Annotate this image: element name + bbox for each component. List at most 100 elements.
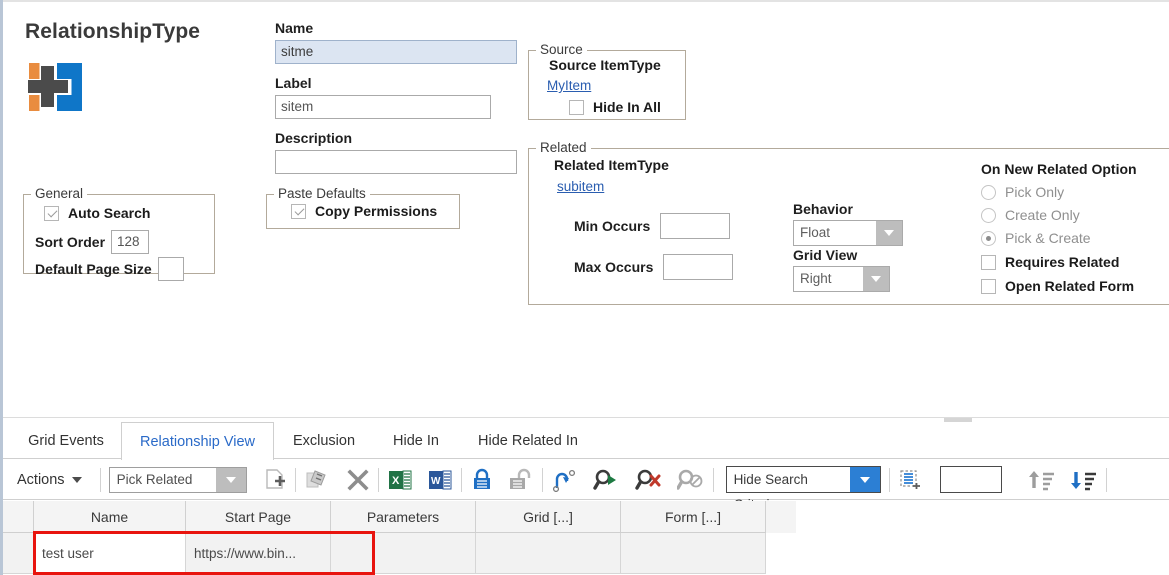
on-new-related-title: On New Related Option [981, 161, 1137, 177]
hide-in-all-label: Hide In All [593, 99, 661, 115]
grid-select-header[interactable] [3, 501, 34, 533]
promote-arrow-icon[interactable] [551, 468, 577, 492]
grid-view-group: Grid View Right [793, 247, 890, 292]
cell-form[interactable] [621, 533, 766, 574]
grid-header-form[interactable]: Form [...] [621, 501, 766, 533]
chevron-down-icon [71, 476, 82, 483]
grid-header-start-page[interactable]: Start Page [186, 501, 331, 533]
panel-splitter[interactable] [3, 414, 1169, 423]
max-occurs-label: Max Occurs [574, 259, 654, 275]
delete-x-icon[interactable] [346, 468, 370, 492]
grid-toolbar: Actions Pick Related X W Hide Search [3, 460, 1169, 512]
toolbar-separator [1105, 467, 1107, 492]
create-only-radio[interactable] [981, 207, 996, 223]
requires-related-checkbox[interactable] [981, 254, 996, 270]
actions-button[interactable]: Actions [3, 472, 92, 488]
chevron-down-icon[interactable] [863, 267, 889, 291]
default-page-size-input[interactable] [157, 257, 184, 281]
chevron-down-icon[interactable] [215, 467, 246, 492]
insert-row-icon[interactable] [898, 468, 924, 492]
paste-defaults-group: Paste Defaults Copy Permissions [266, 186, 460, 229]
name-label: Name [275, 20, 314, 36]
actions-label: Actions [17, 471, 65, 488]
toolbar-separator [460, 467, 462, 492]
label-input[interactable]: sitem [275, 95, 491, 119]
cell-name[interactable]: test user [34, 533, 186, 574]
related-legend: Related [536, 140, 591, 155]
related-itemtype-link[interactable]: subitem [557, 179, 604, 194]
chevron-down-icon[interactable] [876, 221, 902, 245]
requires-related-row[interactable]: Requires Related [981, 254, 1137, 270]
max-occurs-row: Max Occurs [574, 254, 734, 280]
behavior-group: Behavior Float [793, 201, 903, 246]
hide-search-criteria-select[interactable]: Hide Search Criteria [725, 466, 881, 512]
relationship-type-editor: RelationshipType Name sitme Label sitem … [0, 0, 1169, 575]
sort-order-input[interactable]: 128 [111, 230, 150, 254]
tab-label: Hide Related In [478, 432, 578, 449]
tab-label: Hide In [393, 432, 439, 449]
min-occurs-row: Min Occurs [574, 213, 731, 239]
radio-pick-only[interactable]: Pick Only [981, 184, 1137, 200]
tab-hide-related-in[interactable]: Hide Related In [458, 422, 598, 459]
tab-relationship-view[interactable]: Relationship View [121, 422, 274, 460]
page-size-input[interactable] [939, 466, 1002, 493]
radio-create-only[interactable]: Create Only [981, 207, 1137, 223]
lock-icon[interactable] [470, 468, 494, 492]
related-group: Related Related ItemType subitem Min Occ… [528, 140, 1169, 305]
disabled-search-icon[interactable] [676, 468, 705, 492]
radio-pick-and-create[interactable]: Pick & Create [981, 230, 1137, 246]
cut-paste-icon[interactable] [304, 468, 330, 492]
pick-related-select[interactable]: Pick Related [108, 466, 247, 493]
cell-parameters[interactable] [331, 533, 476, 574]
copy-permissions-row[interactable]: Copy Permissions [291, 203, 437, 219]
name-input[interactable]: sitme [275, 40, 517, 64]
grid-row-selector[interactable] [3, 533, 34, 574]
min-occurs-input[interactable] [660, 213, 731, 239]
tab-hide-in[interactable]: Hide In [374, 422, 458, 459]
sort-descending-icon[interactable] [1070, 468, 1098, 492]
general-legend: General [31, 186, 88, 201]
pick-and-create-radio[interactable] [981, 230, 996, 246]
export-word-icon[interactable]: W [427, 468, 453, 492]
hide-in-all-checkbox[interactable] [569, 99, 584, 115]
auto-search-checkbox[interactable] [44, 205, 59, 221]
unlock-icon[interactable] [508, 468, 534, 492]
hide-in-all-row[interactable]: Hide In All [569, 99, 661, 115]
export-excel-icon[interactable]: X [387, 468, 413, 492]
grid-header-grid[interactable]: Grid [...] [476, 501, 621, 533]
page-title: RelationshipType [25, 20, 201, 43]
clear-search-icon[interactable] [634, 468, 663, 492]
cell-grid[interactable] [476, 533, 621, 574]
behavior-select[interactable]: Float [793, 220, 903, 246]
open-related-form-checkbox[interactable] [981, 278, 996, 294]
create-only-label: Create Only [1005, 207, 1080, 223]
tab-grid-events[interactable]: Grid Events [11, 422, 121, 459]
copy-permissions-checkbox[interactable] [291, 203, 306, 219]
max-occurs-input[interactable] [663, 254, 734, 280]
source-itemtype-link[interactable]: MyItem [547, 78, 591, 93]
grid-view-select[interactable]: Right [793, 266, 890, 292]
toolbar-separator [377, 467, 379, 492]
tab-exclusion[interactable]: Exclusion [274, 422, 374, 459]
chevron-down-icon[interactable] [849, 467, 880, 492]
toolbar-separator [888, 467, 890, 492]
label-field-group: Label sitem [275, 75, 491, 119]
pick-only-radio[interactable] [981, 184, 996, 200]
form-panel: RelationshipType Name sitme Label sitem … [3, 2, 1169, 414]
behavior-value: Float [800, 225, 831, 240]
description-input[interactable] [275, 150, 517, 174]
sort-order-row: Sort Order 128 [35, 230, 150, 254]
auto-search-row[interactable]: Auto Search [44, 205, 150, 221]
cell-start-page[interactable]: https://www.bin... [186, 533, 331, 574]
default-page-size-row: Default Page Size [35, 257, 184, 281]
sort-ascending-icon[interactable] [1028, 468, 1056, 492]
grid-header-name[interactable]: Name [34, 501, 186, 533]
grid-header-parameters[interactable]: Parameters [331, 501, 476, 533]
open-related-form-row[interactable]: Open Related Form [981, 278, 1137, 294]
table-row[interactable]: test user https://www.bin... [3, 533, 796, 574]
description-field-group: Description [275, 130, 517, 174]
new-item-icon[interactable] [263, 468, 287, 492]
pick-only-label: Pick Only [1005, 184, 1065, 200]
pick-and-create-label: Pick & Create [1005, 230, 1091, 246]
run-search-icon[interactable] [592, 468, 621, 492]
